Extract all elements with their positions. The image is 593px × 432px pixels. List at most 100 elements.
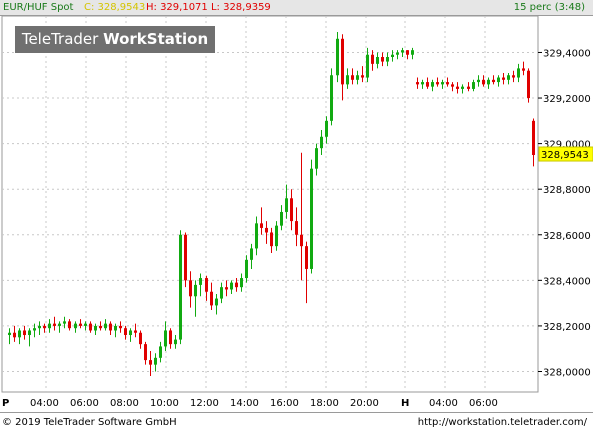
candle-body[interactable] [411,50,414,55]
candle-body[interactable] [265,227,268,233]
candle-body[interactable] [124,328,127,336]
candle-body[interactable] [356,75,359,80]
candle-body[interactable] [74,323,77,329]
candle-body[interactable] [431,82,434,87]
candle-body[interactable] [194,284,197,297]
candle-body[interactable] [320,136,323,149]
candle-body[interactable] [290,198,293,222]
candle-body[interactable] [210,291,213,306]
candle-body[interactable] [48,323,51,329]
candle-body[interactable] [58,323,61,326]
candle-body[interactable] [225,287,228,290]
candle-body[interactable] [401,50,404,53]
candle-body[interactable] [84,323,87,326]
candle-body[interactable] [366,54,369,78]
candle-body[interactable] [305,246,308,269]
candle-body[interactable] [154,357,157,365]
candle-body[interactable] [184,234,187,281]
candle-body[interactable] [416,82,419,85]
candle-body[interactable] [295,221,298,235]
candle-body[interactable] [205,278,208,292]
candle-body[interactable] [99,325,102,329]
candle-body[interactable] [149,360,152,365]
candle-body[interactable] [33,328,36,331]
candle-body[interactable] [119,325,122,329]
candle-body[interactable] [391,54,394,58]
candle-body[interactable] [315,148,318,169]
candle-body[interactable] [179,234,182,340]
candle-body[interactable] [477,79,480,83]
candle-body[interactable] [260,223,263,228]
candle-body[interactable] [189,280,192,297]
candle-body[interactable] [527,70,530,99]
candle-body[interactable] [18,330,21,338]
candle-body[interactable] [28,330,31,336]
candle-body[interactable] [109,323,112,331]
candle-body[interactable] [53,323,56,326]
candle-body[interactable] [8,332,11,336]
candle-body[interactable] [159,346,162,358]
candle-body[interactable] [164,330,167,347]
candle-body[interactable] [240,278,243,288]
candle-body[interactable] [325,120,328,137]
candle-body[interactable] [63,321,66,324]
candle-body[interactable] [472,82,475,89]
candle-body[interactable] [446,82,449,85]
candle-body[interactable] [215,298,218,306]
candle-body[interactable] [502,77,505,80]
candle-body[interactable] [94,325,97,331]
candle-body[interactable] [43,325,46,329]
candle-body[interactable] [421,82,424,85]
candle-body[interactable] [255,223,258,249]
candle-body[interactable] [275,225,278,247]
candle-body[interactable] [487,79,490,85]
candle-body[interactable] [310,168,313,269]
candle-body[interactable] [79,323,82,326]
candle-body[interactable] [512,75,515,78]
candle-body[interactable] [497,77,500,83]
candle-body[interactable] [280,211,283,226]
candle-body[interactable] [371,54,374,64]
candle-body[interactable] [441,82,444,85]
candle-body[interactable] [300,234,303,247]
candle-body[interactable] [89,323,92,331]
candle-body[interactable] [270,232,273,247]
candle-body[interactable] [492,79,495,83]
candle-body[interactable] [13,332,16,338]
candle-body[interactable] [436,82,439,85]
candle-body[interactable] [351,75,354,80]
candle-body[interactable] [482,79,485,85]
candle-body[interactable] [532,120,535,156]
candle-body[interactable] [169,330,172,345]
candle-body[interactable] [381,57,384,62]
candle-body[interactable] [507,75,510,80]
candle-body[interactable] [199,278,202,285]
candle-body[interactable] [68,321,71,329]
candle-body[interactable] [451,84,454,87]
candle-body[interactable] [406,50,409,55]
candle-body[interactable] [230,282,233,290]
candle-body[interactable] [522,68,525,71]
candle-body[interactable] [114,325,117,331]
candle-body[interactable] [129,330,132,336]
candle-body[interactable] [341,38,344,85]
candle-body[interactable] [376,57,379,64]
candle-body[interactable] [250,248,253,260]
candle-body[interactable] [38,325,41,329]
candle-body[interactable] [139,332,142,345]
candle-body[interactable] [467,86,470,89]
candle-body[interactable] [23,330,26,336]
candle-body[interactable] [346,75,349,85]
footer-url-link[interactable]: http://workstation.teletrader.com/ [418,413,587,432]
candlestick-chart[interactable]: 328,0000 328,2000 328,4000 328,6000 328,8000… [0,16,593,412]
candle-body[interactable] [336,38,339,76]
candle-body[interactable] [104,323,107,329]
candle-body[interactable] [174,339,177,345]
candle-body[interactable] [456,86,459,89]
candle-body[interactable] [426,82,429,87]
candle-body[interactable] [396,52,399,55]
candle-body[interactable] [285,198,288,212]
candle-body[interactable] [220,287,223,299]
candle-body[interactable] [461,86,464,89]
candle-body[interactable] [330,75,333,121]
